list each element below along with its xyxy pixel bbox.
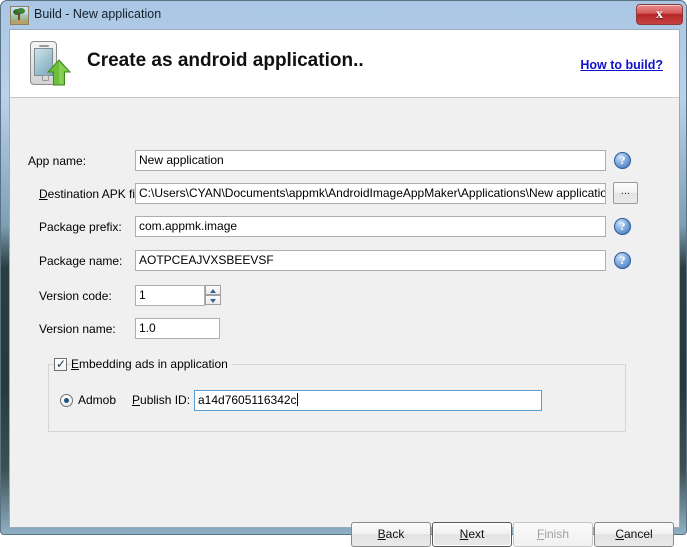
package-name-help-icon[interactable]: ?	[614, 252, 631, 269]
app-name-help-icon[interactable]: ?	[614, 152, 631, 169]
page-title: Create as android application..	[87, 50, 364, 71]
help-glyph: ?	[619, 153, 626, 167]
close-icon[interactable]: x	[636, 4, 683, 25]
admob-radio-button[interactable]	[60, 394, 73, 407]
build-wizard-window: Build - New application x Create as andr…	[0, 0, 687, 547]
package-prefix-label: Package prefix:	[39, 220, 122, 234]
version-name-label: Version name:	[39, 322, 116, 336]
next-button-rest: ext	[468, 527, 485, 541]
publish-id-value: a14d7605116342c	[198, 393, 297, 407]
finish-button-rest: inish	[544, 527, 570, 541]
embedding-ads-label[interactable]: Embedding ads in application	[71, 357, 232, 371]
help-glyph: ?	[619, 253, 626, 267]
how-to-build-link[interactable]: How to build?	[580, 58, 663, 72]
version-code-label: Version code:	[39, 289, 112, 303]
destination-apk-label-mnemonic: D	[39, 187, 48, 201]
publish-id-label: Publish ID:	[132, 393, 190, 407]
stepper-up-icon[interactable]	[205, 285, 221, 295]
image-thumbnail-icon	[10, 6, 29, 25]
package-name-label: Package name:	[39, 254, 123, 268]
window-title: Build - New application	[34, 7, 162, 21]
embedding-ads-label-rest: mbedding ads in application	[79, 357, 228, 371]
cancel-button-mnemonic: C	[615, 527, 624, 541]
text-caret	[296, 393, 298, 406]
embedding-ads-label-mnemonic: E	[71, 357, 80, 371]
dialog-header: Create as android application.. How to b…	[10, 30, 679, 98]
destination-apk-label: Destination APK file:	[39, 187, 148, 201]
close-glyph: x	[656, 7, 663, 22]
checkmark-icon: ✓	[56, 357, 67, 371]
destination-apk-input[interactable]: C:\Users\CYAN\Documents\appmk\AndroidIma…	[135, 183, 606, 204]
stepper-down-icon[interactable]	[205, 295, 221, 305]
package-name-input[interactable]: AOTPCEAJVXSBEEVSF	[135, 250, 606, 271]
cancel-button-rest: ancel	[623, 527, 653, 541]
dialog-client-area: Create as android application.. How to b…	[9, 29, 680, 547]
title-bar[interactable]: Build - New application x	[1, 1, 687, 29]
version-code-stepper[interactable]	[205, 285, 221, 306]
app-name-input[interactable]: New application	[135, 150, 606, 171]
publish-id-label-mnemonic: P	[132, 393, 141, 407]
back-button-mnemonic: B	[377, 527, 386, 541]
help-glyph: ?	[619, 219, 626, 233]
android-phone-upload-icon	[24, 39, 72, 89]
version-name-input[interactable]: 1.0	[135, 318, 220, 339]
destination-apk-label-rest: estination APK file:	[47, 187, 148, 201]
version-code-input[interactable]: 1	[135, 285, 205, 306]
radio-dot-icon	[64, 398, 69, 403]
admob-label[interactable]: Admob	[78, 393, 116, 407]
embedding-ads-checkbox[interactable]: ✓	[54, 357, 67, 371]
package-prefix-input[interactable]: com.appmk.image	[135, 216, 606, 237]
publish-id-input[interactable]: a14d7605116342c	[194, 390, 542, 411]
publish-id-label-rest: ublish ID:	[140, 393, 191, 407]
browse-button[interactable]: ...	[613, 182, 638, 204]
package-prefix-help-icon[interactable]: ?	[614, 218, 631, 235]
back-button-rest: ack	[385, 527, 405, 541]
green-up-arrow-icon	[47, 59, 71, 86]
app-name-label: App name:	[28, 154, 87, 168]
